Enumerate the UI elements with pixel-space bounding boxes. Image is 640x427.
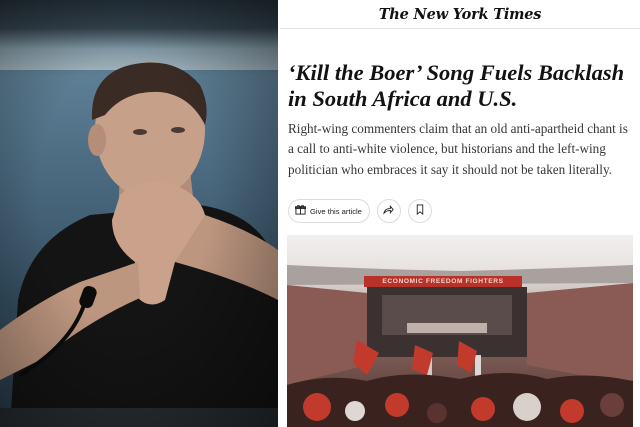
- masthead: The New York Times: [280, 0, 640, 29]
- share-toolbar: Give this article: [288, 199, 432, 223]
- give-article-button[interactable]: Give this article: [288, 199, 370, 223]
- stadium-banner: ECONOMIC FREEDOM FIGHTERS: [364, 276, 522, 287]
- nyt-logo[interactable]: The New York Times: [379, 6, 542, 23]
- stadium-rally-photo: ECONOMIC FREEDOM FIGHTERS: [287, 235, 633, 427]
- bookmark-icon: [415, 202, 425, 220]
- gift-icon: [295, 202, 306, 220]
- photo-vignette: [0, 0, 278, 427]
- share-icon: [383, 202, 395, 220]
- article-summary: Right-wing commenters claim that an old …: [288, 121, 628, 177]
- stadium-scene: [287, 265, 633, 427]
- portrait-photo: [0, 0, 278, 427]
- article-panel: The New York Times ‘Kill the Boer’ Song …: [280, 0, 640, 427]
- give-article-label: Give this article: [310, 206, 362, 216]
- save-bookmark-button[interactable]: [407, 199, 432, 223]
- article-headline: ‘Kill the Boer’ Song Fuels Backlash in S…: [288, 60, 625, 111]
- share-button[interactable]: [376, 199, 401, 223]
